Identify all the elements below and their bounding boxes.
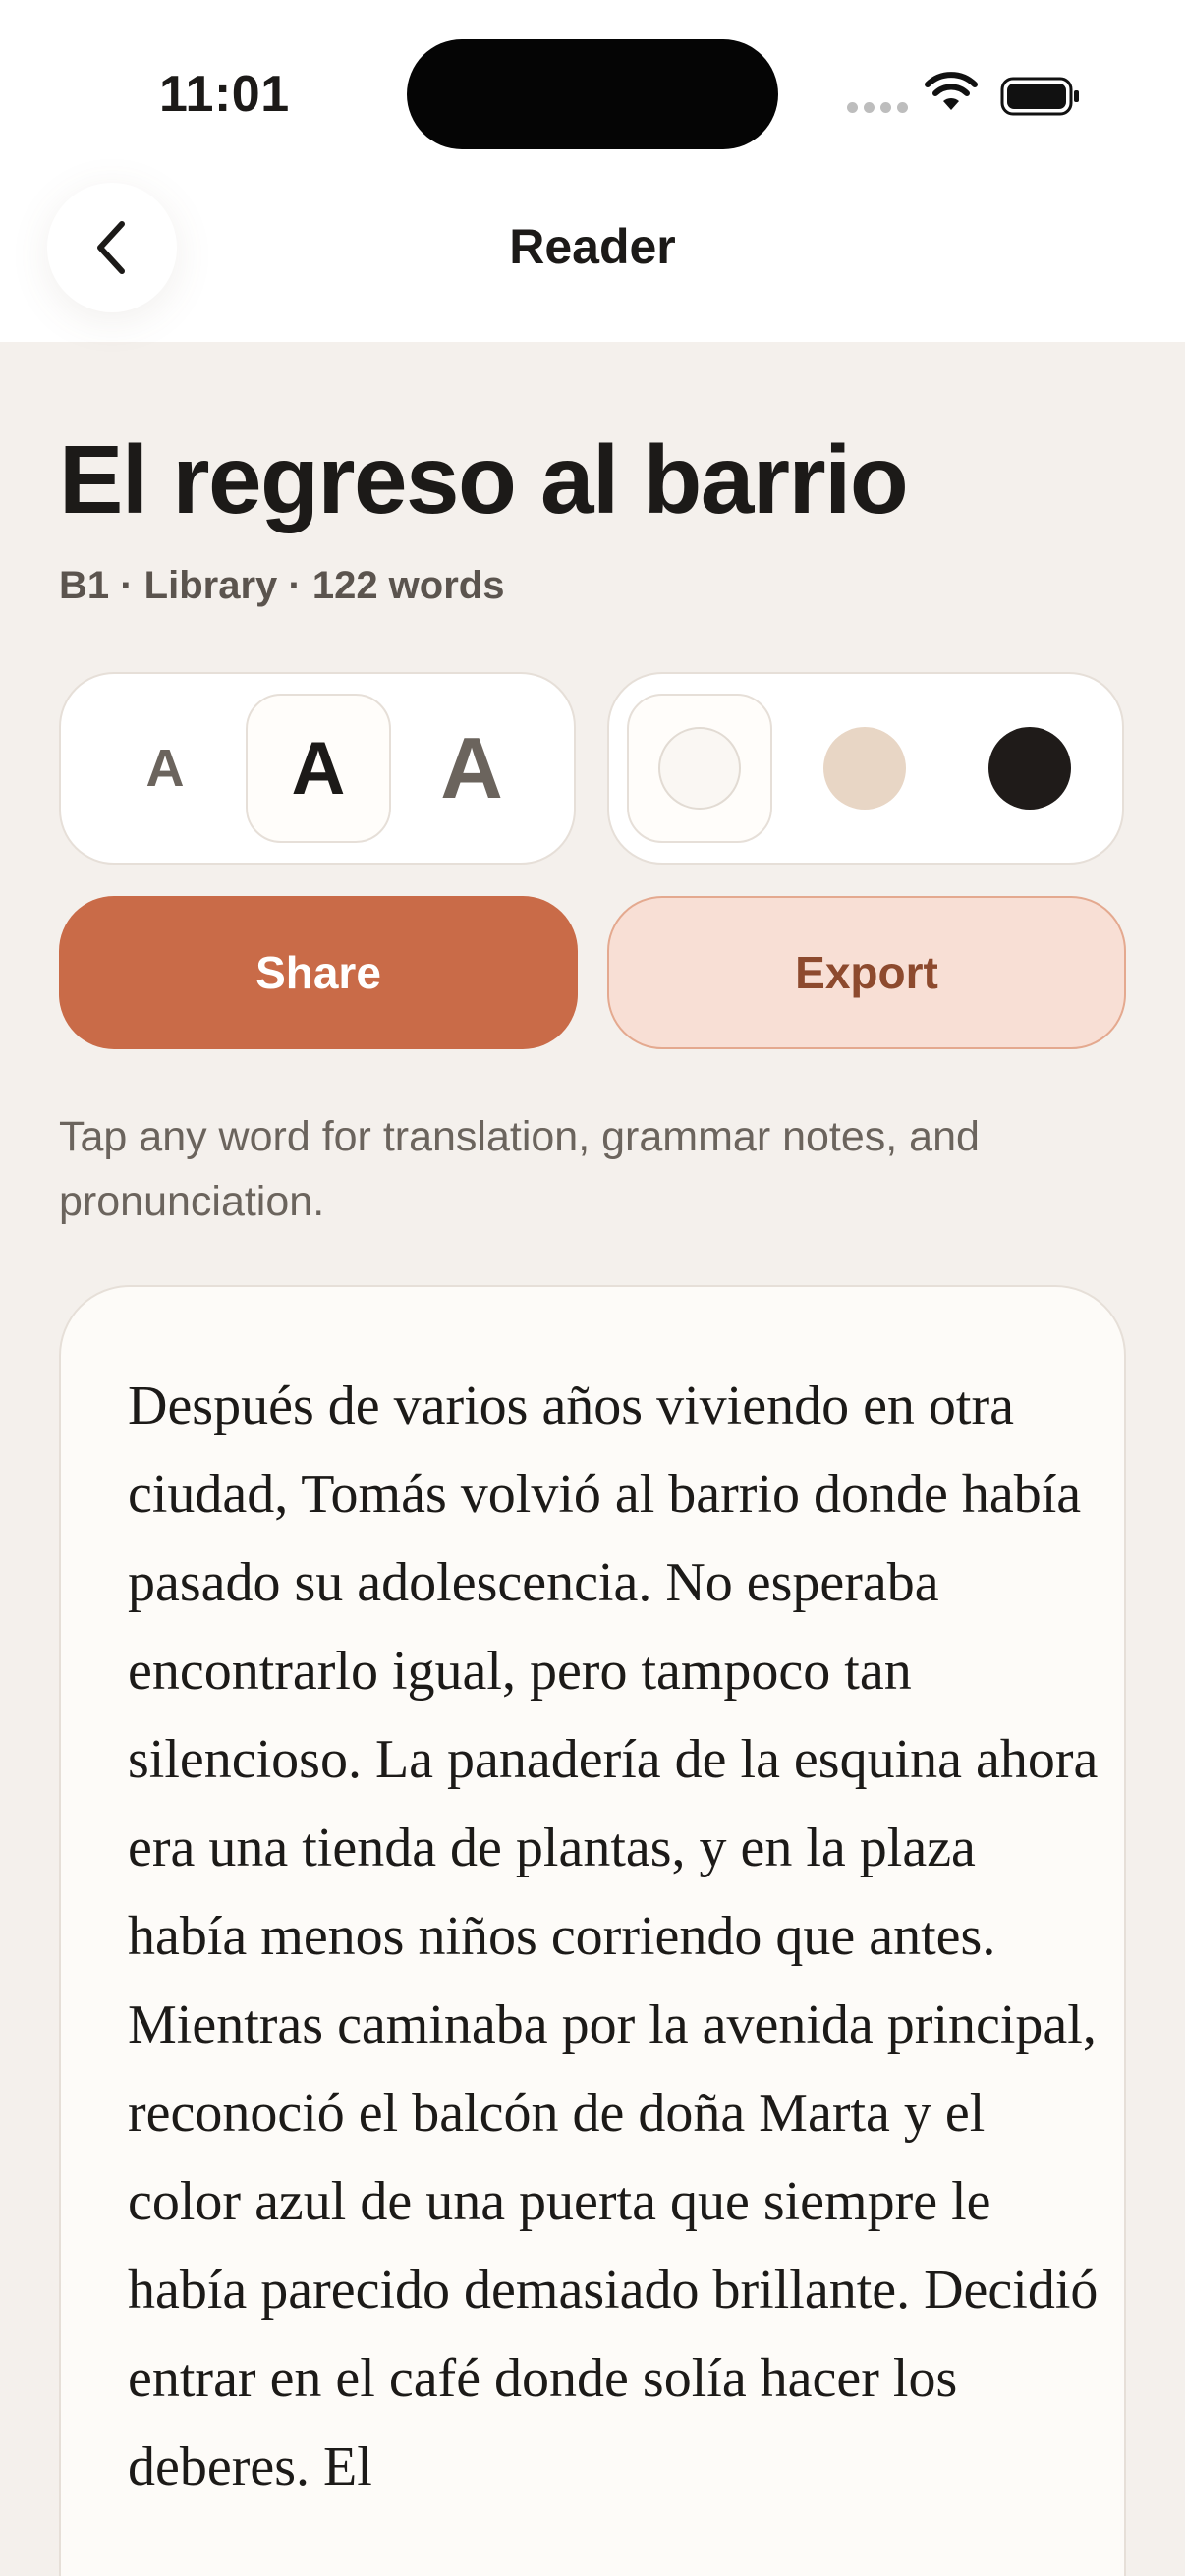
theme-sepia-button[interactable]	[792, 694, 937, 843]
text-size-large-button[interactable]: A	[399, 694, 544, 843]
export-button[interactable]: Export	[607, 896, 1126, 1049]
status-time: 11:01	[159, 66, 290, 123]
top-bar: 11:01 Reader	[0, 0, 1185, 342]
theme-light-button[interactable]	[627, 694, 772, 843]
passage-text[interactable]: Después de varios años viviendo en otra …	[128, 1362, 1100, 2511]
cellular-signal-icon	[847, 102, 908, 113]
nav-title: Reader	[509, 219, 676, 274]
reader-screen: 11:01 Reader El regreso al barrio B1 · L…	[0, 0, 1185, 2576]
share-button[interactable]: Share	[59, 896, 578, 1049]
text-size-small-button[interactable]: A	[92, 694, 238, 843]
text-size-medium-button[interactable]: A	[246, 694, 391, 843]
tap-hint: Tap any word for translation, grammar no…	[59, 1113, 980, 1225]
sepia-swatch	[823, 727, 906, 810]
dark-swatch	[988, 727, 1071, 810]
light-swatch	[658, 727, 741, 810]
wifi-icon	[925, 72, 978, 110]
theme-selector	[607, 672, 1124, 865]
story-meta: B1 · Library · 122 words	[59, 564, 505, 607]
story-title: El regreso al barrio	[59, 425, 909, 533]
battery-icon	[1000, 77, 1079, 116]
passage-card: Después de varios años viviendo en otra …	[59, 1285, 1126, 2576]
theme-dark-button[interactable]	[957, 694, 1102, 843]
dynamic-island	[407, 39, 778, 149]
text-size-selector: A A A	[59, 672, 576, 865]
